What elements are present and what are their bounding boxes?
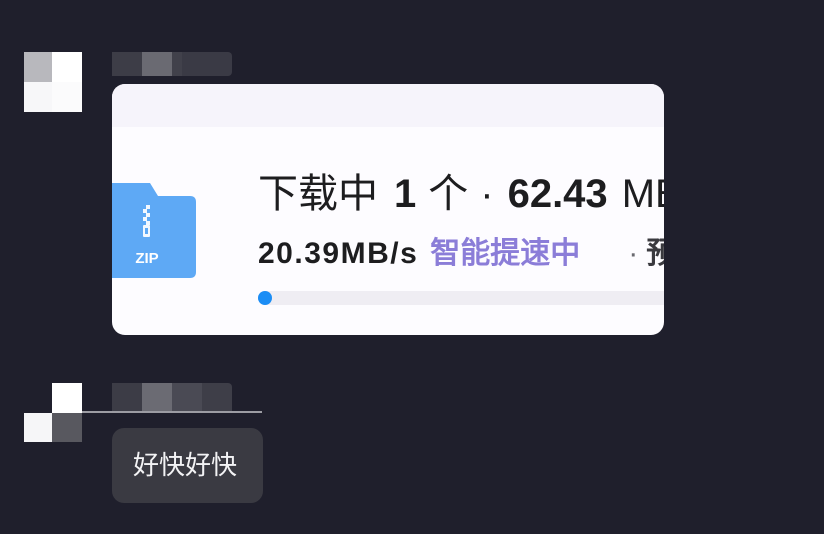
name-underline: [82, 411, 262, 413]
zip-folder-icon: ZIP: [112, 183, 196, 278]
name-mosaic-tile: [142, 52, 172, 76]
sender-avatar-mosaic[interactable]: [24, 52, 82, 112]
name-mosaic-tile: [112, 52, 142, 76]
card-header-strip: [112, 84, 664, 127]
heading-separator: ·: [480, 172, 494, 216]
sender-avatar-mosaic[interactable]: [24, 383, 82, 442]
name-mosaic-tile: [112, 383, 142, 411]
download-progress-fill: [258, 291, 272, 305]
avatar-mosaic-tile: [24, 52, 52, 82]
file-count-unit: 个: [428, 172, 469, 216]
download-card-image-message[interactable]: ZIP 下载中1个·62.43MB 20.39MB/s智能提速中 ·预: [112, 84, 664, 335]
name-mosaic-tile: [142, 383, 172, 411]
name-mosaic-tile: [172, 383, 202, 411]
avatar-mosaic-tile: [52, 52, 82, 82]
trailing-separator: ·: [628, 237, 639, 270]
avatar-mosaic-tile: [52, 413, 82, 442]
download-size-value: 62.43: [507, 172, 608, 216]
eta-label-partial: 预: [646, 237, 664, 270]
download-speed: 20.39MB/s: [258, 237, 419, 270]
zip-label: ZIP: [135, 250, 158, 267]
sender-name-mosaic: [82, 52, 232, 76]
avatar-mosaic-tile: [52, 82, 82, 112]
avatar-mosaic-tile: [52, 383, 82, 413]
name-mosaic-tile: [182, 52, 232, 76]
name-mosaic-tile: [202, 383, 232, 411]
avatar-mosaic-tile: [24, 413, 52, 442]
download-status: 下载中: [258, 172, 378, 216]
message-text: 好快好快: [133, 450, 238, 480]
name-mosaic-tile: [172, 52, 182, 76]
download-status-heading: 下载中 1个· 62.43 MB: [258, 170, 664, 218]
speed-boost-label: 智能提速中: [430, 237, 581, 270]
avatar-mosaic-tile: [24, 82, 52, 112]
sender-name-mosaic: [82, 383, 262, 415]
download-speed-line: 20.39MB/s 智能提速中 · 预: [258, 234, 664, 274]
speed-lines-icon: [586, 245, 617, 261]
download-progress-bar: [258, 291, 664, 305]
download-size-unit: MB: [621, 172, 664, 216]
file-count: 1: [394, 172, 417, 216]
text-message-bubble: 好快好快: [112, 428, 263, 503]
